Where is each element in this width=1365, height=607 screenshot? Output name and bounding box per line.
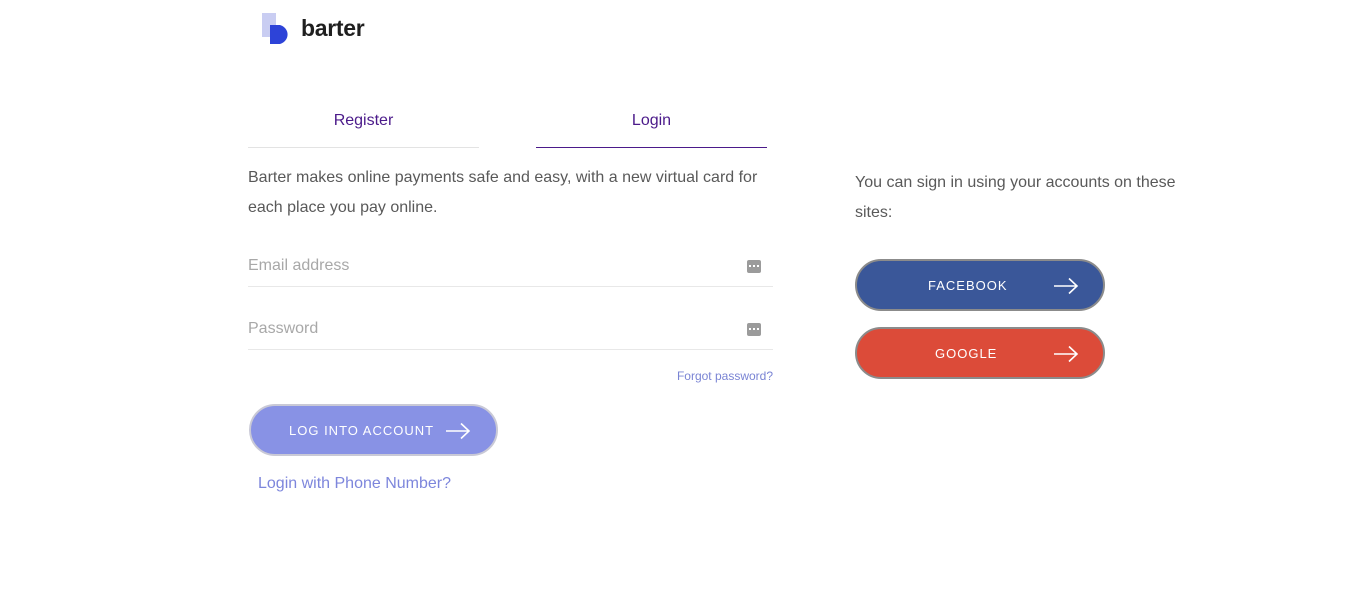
social-intro-text: You can sign in using your accounts on t… — [855, 174, 1176, 221]
barter-logo-icon — [262, 12, 288, 44]
forgot-password-link[interactable]: Forgot password? — [677, 369, 773, 383]
log-into-account-button[interactable]: LOG INTO ACCOUNT — [249, 404, 498, 456]
login-with-phone-link[interactable]: Login with Phone Number? — [258, 475, 451, 493]
arrow-right-icon — [1054, 277, 1079, 295]
facebook-button[interactable]: FACEBOOK — [855, 259, 1105, 311]
tab-register[interactable]: Register — [248, 104, 479, 148]
intro-text: Barter makes online payments safe and ea… — [248, 169, 758, 216]
autofill-icon[interactable] — [747, 260, 761, 273]
email-input[interactable] — [248, 246, 728, 286]
arrow-right-icon — [446, 422, 471, 440]
brand-name: barter — [301, 14, 365, 41]
log-into-account-label: LOG INTO ACCOUNT — [289, 422, 435, 438]
brand-logo[interactable]: barter — [262, 12, 365, 44]
google-label: GOOGLE — [935, 345, 998, 361]
email-field-container — [248, 246, 773, 287]
login-page: barter Register Login Barter makes onlin… — [0, 0, 1365, 607]
password-field-container — [248, 309, 773, 350]
autofill-icon[interactable] — [747, 323, 761, 336]
google-button[interactable]: GOOGLE — [855, 327, 1105, 379]
tab-login[interactable]: Login — [536, 104, 767, 148]
password-input[interactable] — [248, 309, 728, 349]
arrow-right-icon — [1054, 345, 1079, 363]
facebook-label: FACEBOOK — [928, 277, 1008, 293]
